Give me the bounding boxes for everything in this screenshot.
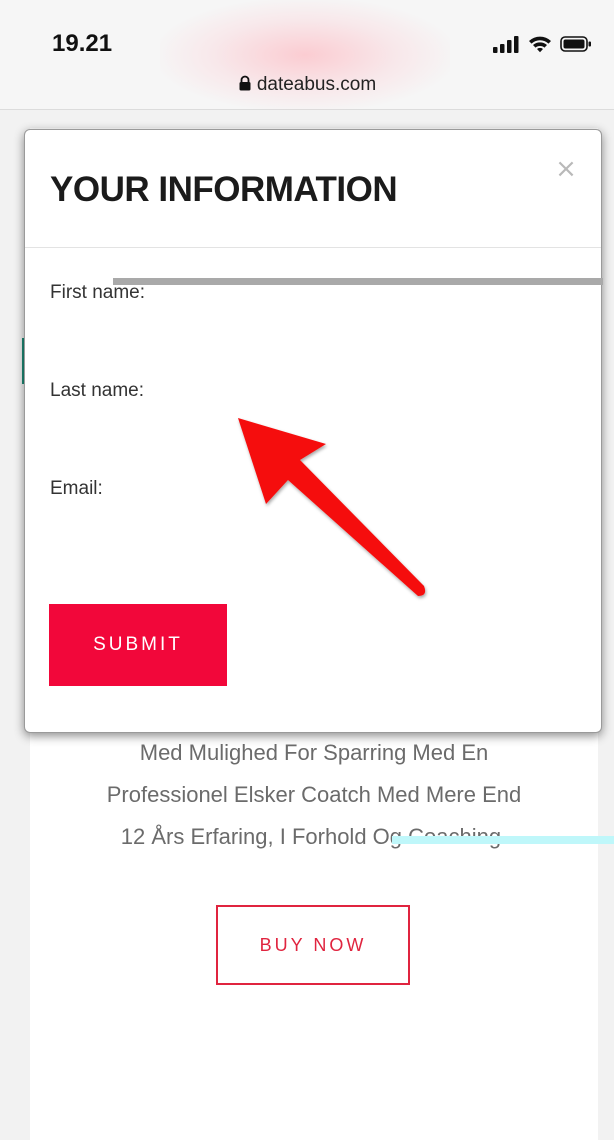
email-label: Email: [50,478,103,499]
render-glitch [113,278,603,285]
status-time: 19.21 [52,30,113,57]
address-bar[interactable]: dateabus.com [0,74,614,96]
last-name-input[interactable] [50,410,580,444]
last-name-label: Last name: [50,380,144,401]
render-glitch [392,836,614,844]
battery-icon [560,36,591,52]
first-name-label: First name: [50,282,146,303]
wifi-icon [529,36,551,53]
lock-icon [239,75,251,91]
buy-now-button[interactable]: BUY NOW [216,905,410,985]
signal-icon [493,36,519,53]
close-icon[interactable]: × [553,156,579,182]
information-modal: YOUR INFORMATION × First name: Last name… [24,129,603,733]
url-text: dateabus.com [256,74,377,95]
modal-title: YOUR INFORMATION [50,170,398,209]
screen: 19.21 dateabus.com Med Mulighed For Spar… [0,0,614,1140]
submit-button[interactable]: SUBMIT [49,604,227,686]
description-line: Professionel Elsker Coatch Med Mere End [106,782,522,807]
browser-status-bar: 19.21 dateabus.com [0,0,614,110]
modal-header: YOUR INFORMATION × [25,130,601,248]
email-input[interactable] [50,508,580,542]
status-icons [492,34,592,54]
description-line: Med Mulighed For Sparring Med En [139,740,489,765]
first-name-input[interactable] [50,312,580,346]
